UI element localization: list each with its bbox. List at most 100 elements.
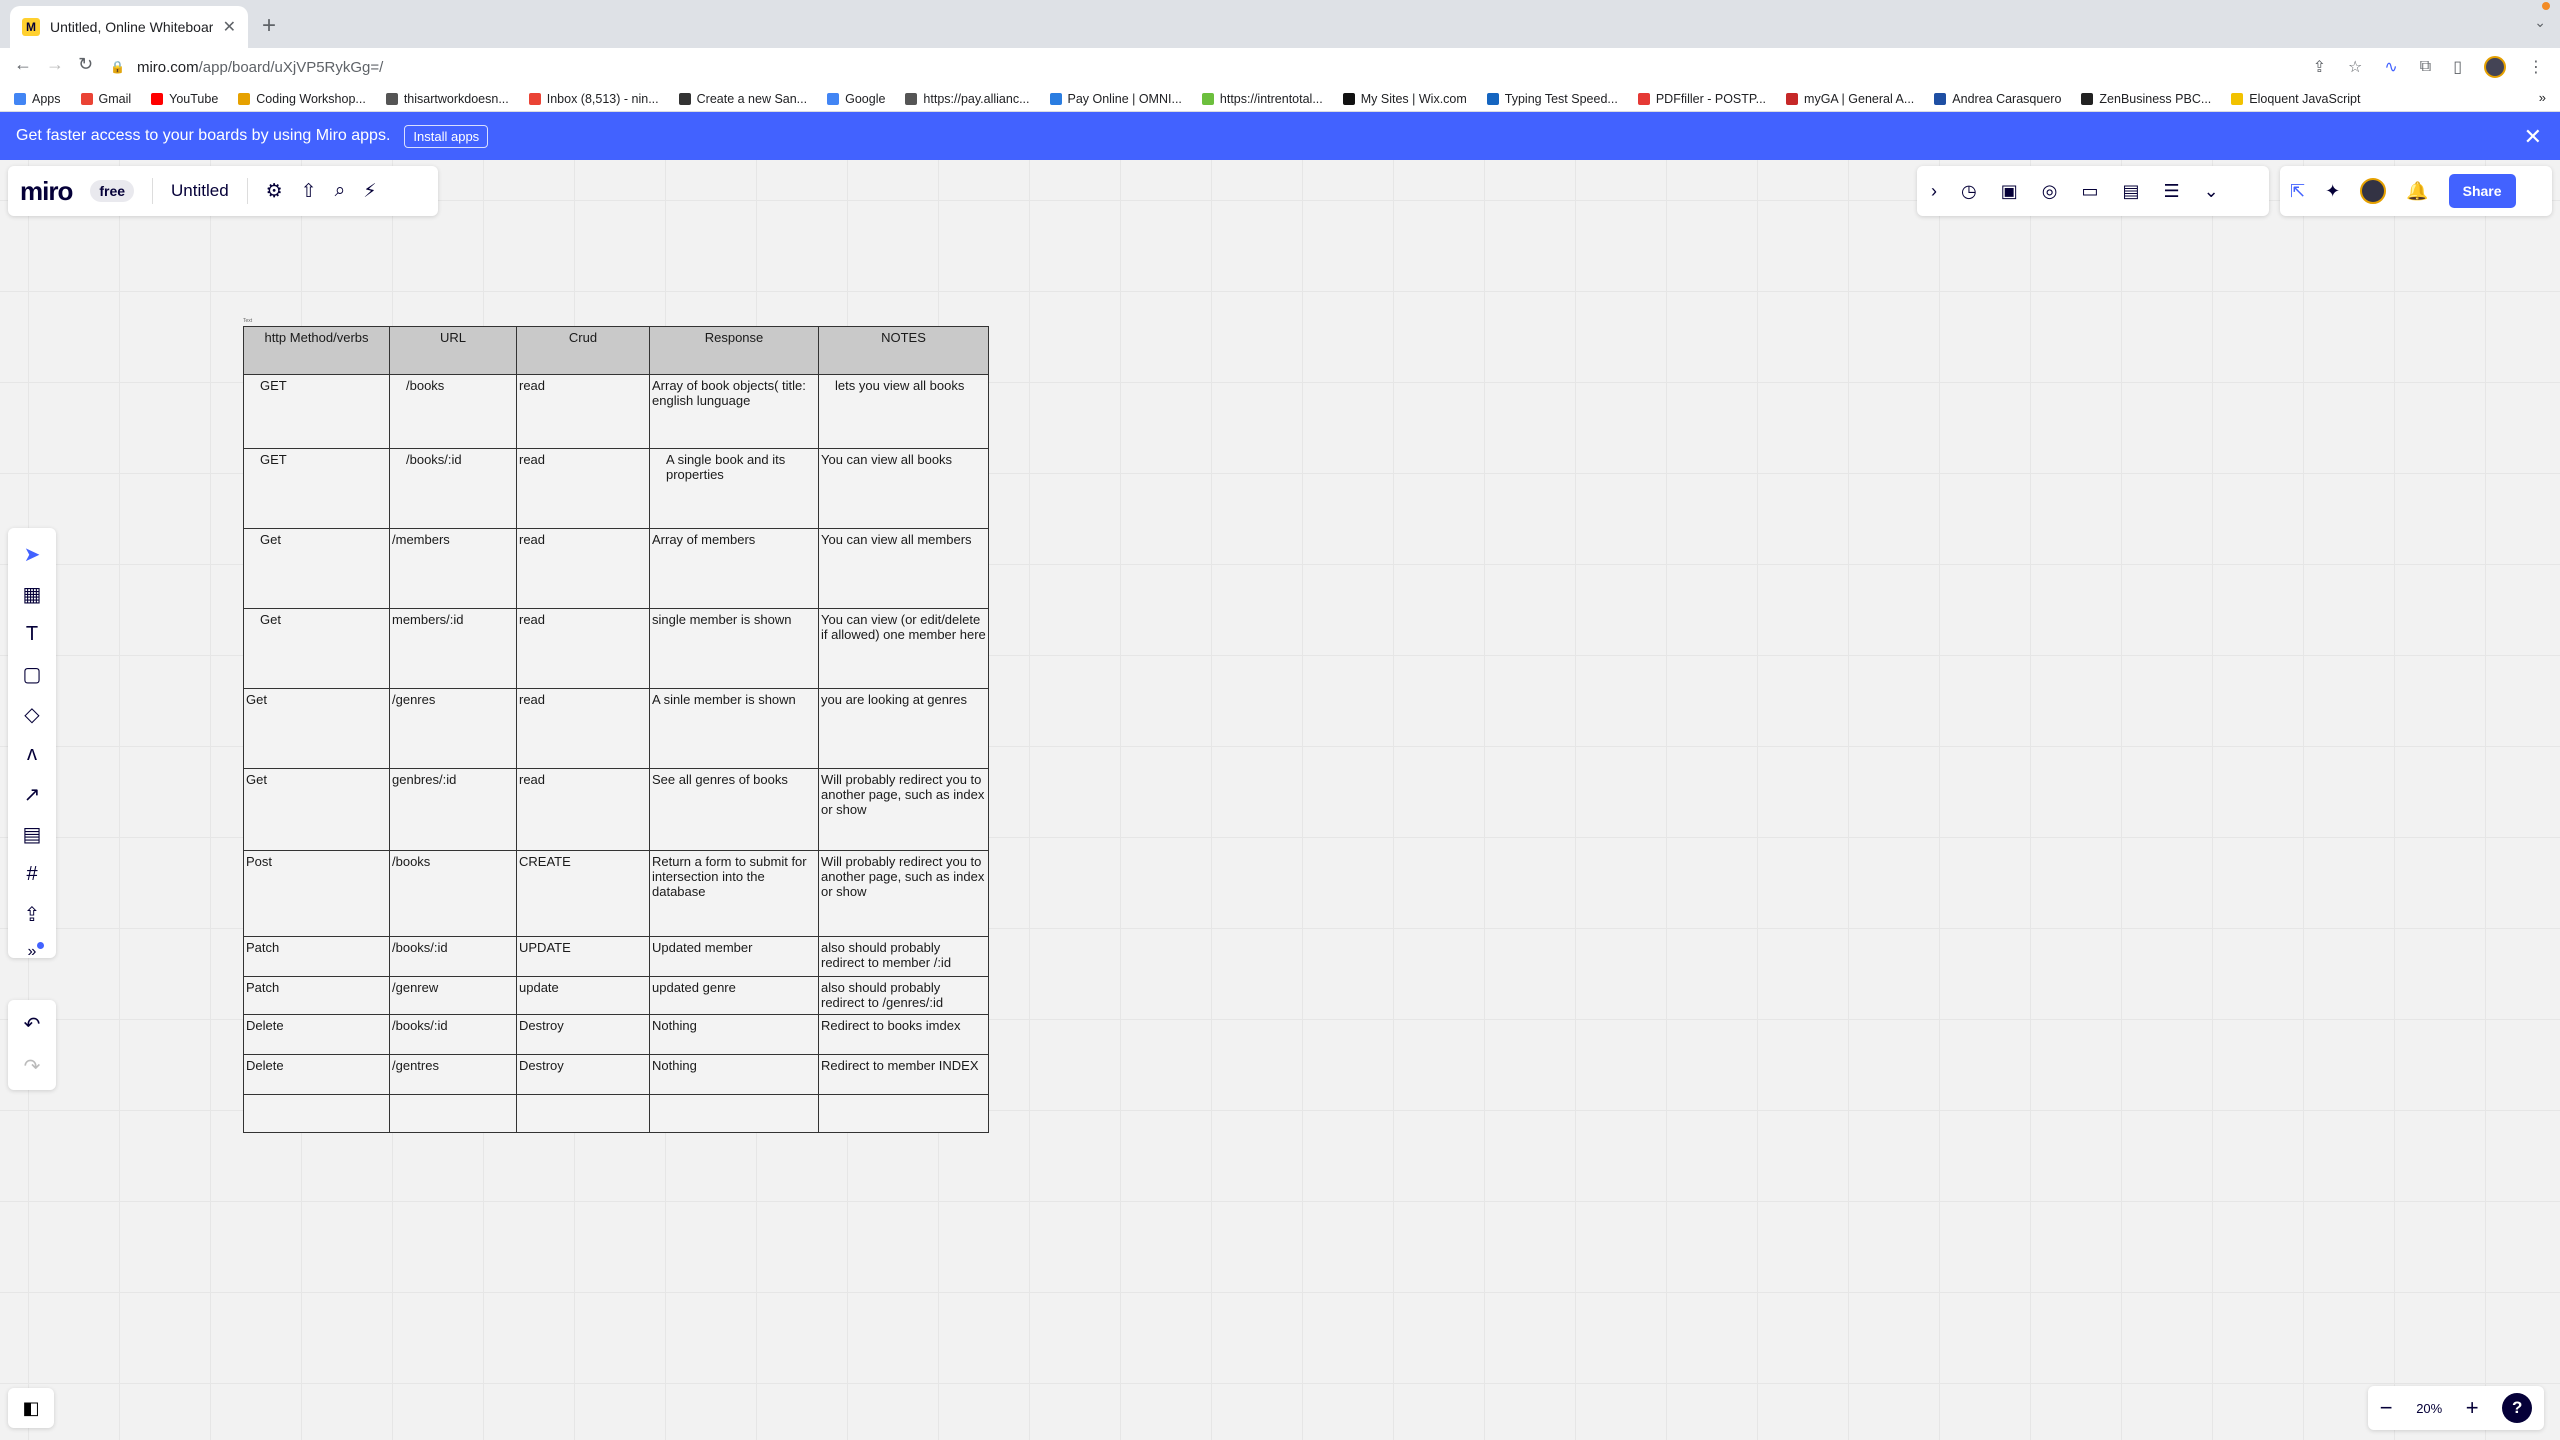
notes-cell[interactable]: also should probably redirect to member … xyxy=(818,936,989,977)
response-cell[interactable]: Array of members xyxy=(649,528,819,609)
url-cell[interactable]: /genres xyxy=(389,688,517,769)
browser-tab-active[interactable]: M Untitled, Online Whiteboard for ✕ xyxy=(10,6,248,48)
bookmark-item[interactable]: Inbox (8,513) - nin... xyxy=(528,92,659,106)
url-text[interactable]: miro.com/app/board/uXjVP5RykGg=/ xyxy=(137,59,383,76)
extensions-puzzle-icon[interactable]: ⧉ xyxy=(2420,58,2431,76)
focus-icon[interactable]: ◎ xyxy=(2042,181,2058,202)
bookmark-item[interactable]: My Sites | Wix.com xyxy=(1342,92,1467,106)
url-cell[interactable] xyxy=(389,1094,517,1133)
bookmark-item[interactable]: Eloquent JavaScript xyxy=(2231,92,2360,106)
crud-cell[interactable]: CREATE xyxy=(516,850,650,937)
notes-cell[interactable]: Will probably redirect you to another pa… xyxy=(818,850,989,937)
extension-icon[interactable]: ∿ xyxy=(2384,57,2397,77)
method-cell[interactable]: Delete xyxy=(243,1054,390,1095)
response-cell[interactable]: Array of book objects( title: english lu… xyxy=(649,374,819,449)
text-tool-icon[interactable]: T xyxy=(8,616,56,652)
response-cell[interactable]: Updated member xyxy=(649,936,819,977)
header-response[interactable]: Response xyxy=(649,326,819,375)
crud-cell[interactable]: read xyxy=(516,688,650,769)
method-cell[interactable]: Post xyxy=(243,850,390,937)
voting-icon[interactable]: ▣ xyxy=(2001,181,2018,202)
url-cell[interactable]: members/:id xyxy=(389,608,517,689)
bookmark-item[interactable]: Create a new San... xyxy=(678,92,807,106)
browser-menu-icon[interactable]: ⋮ xyxy=(2528,57,2544,77)
bookmarks-overflow-icon[interactable]: » xyxy=(2539,90,2546,105)
crud-cell[interactable]: read xyxy=(516,374,650,449)
bookmark-item[interactable]: https://pay.allianc... xyxy=(905,92,1030,106)
method-cell[interactable]: Delete xyxy=(243,1014,390,1055)
url-cell[interactable]: /gentres xyxy=(389,1054,517,1095)
frame-icon[interactable]: # xyxy=(8,856,56,892)
cursor-follow-icon[interactable]: ⇱ xyxy=(2290,181,2305,202)
close-icon[interactable]: ✕ xyxy=(223,17,236,37)
method-cell[interactable]: Get xyxy=(243,688,390,769)
lock-icon[interactable]: 🔒 xyxy=(110,60,125,74)
bookmark-item[interactable]: Gmail xyxy=(80,92,131,106)
url-cell[interactable]: /books/:id xyxy=(389,448,517,529)
timer-icon[interactable]: ◷ xyxy=(1961,181,1977,202)
method-cell[interactable]: GET xyxy=(243,374,390,449)
install-apps-button[interactable]: Install apps xyxy=(404,124,489,148)
plan-badge[interactable]: free xyxy=(90,180,135,202)
notes-cell[interactable]: You can view all books xyxy=(818,448,989,529)
response-cell[interactable]: Return a form to submit for intersection… xyxy=(649,850,819,937)
presentation-icon[interactable]: ▭ xyxy=(2081,181,2098,202)
magic-wand-icon[interactable]: ⚡ xyxy=(363,180,376,203)
bookmark-item[interactable]: ZenBusiness PBC... xyxy=(2081,92,2211,106)
header-notes[interactable]: NOTES xyxy=(818,326,989,375)
response-cell[interactable]: A sinle member is shown xyxy=(649,688,819,769)
redo-icon[interactable]: ↷ xyxy=(8,1048,56,1084)
sticky-note-icon[interactable]: ▢ xyxy=(8,656,56,692)
url-cell[interactable]: /books/:id xyxy=(389,936,517,977)
miro-logo[interactable]: miro xyxy=(20,176,73,207)
url-cell[interactable]: genbres/:id xyxy=(389,768,517,851)
crud-cell[interactable]: read xyxy=(516,448,650,529)
bookmark-item[interactable]: myGA | General A... xyxy=(1786,92,1914,106)
method-cell[interactable]: Patch xyxy=(243,976,390,1015)
celebrate-icon[interactable]: ✦ xyxy=(2325,181,2340,202)
bookmark-item[interactable]: https://intrentotal... xyxy=(1201,92,1323,106)
response-cell[interactable]: Nothing xyxy=(649,1014,819,1055)
settings-gear-icon[interactable]: ⚙ xyxy=(266,180,283,203)
method-cell[interactable]: GET xyxy=(243,448,390,529)
response-cell[interactable] xyxy=(649,1094,819,1133)
zoom-level[interactable]: 20% xyxy=(2416,1401,2442,1416)
method-cell[interactable]: Get xyxy=(243,768,390,851)
address-bar[interactable]: 🔒 miro.com/app/board/uXjVP5RykGg=/ xyxy=(110,52,2360,82)
pen-icon[interactable]: ʌ xyxy=(8,736,56,772)
notes-cell[interactable]: You can view (or edit/delete if allowed)… xyxy=(818,608,989,689)
method-cell[interactable]: Get xyxy=(243,528,390,609)
crud-cell[interactable]: Destroy xyxy=(516,1014,650,1055)
notes-cell[interactable]: also should probably redirect to /genres… xyxy=(818,976,989,1015)
user-avatar[interactable] xyxy=(2360,178,2387,204)
more-tools-icon[interactable]: » xyxy=(8,934,56,970)
notes-cell[interactable]: You can view all members xyxy=(818,528,989,609)
notes-cell[interactable]: Will probably redirect you to another pa… xyxy=(818,768,989,851)
crud-cell[interactable] xyxy=(516,1094,650,1133)
bookmark-item[interactable]: Andrea Carasquero xyxy=(1934,92,2061,106)
crud-cell[interactable]: read xyxy=(516,768,650,851)
crud-cell[interactable]: read xyxy=(516,528,650,609)
header-url[interactable]: URL xyxy=(389,326,517,375)
back-icon[interactable]: ← xyxy=(14,54,32,75)
notes-cell[interactable]: Redirect to member INDEX xyxy=(818,1054,989,1095)
reload-icon[interactable]: ↻ xyxy=(78,54,93,75)
connection-line-icon[interactable]: ↗ xyxy=(8,776,56,812)
method-cell[interactable]: Get xyxy=(243,608,390,689)
url-cell[interactable]: /genrew xyxy=(389,976,517,1015)
header-method[interactable]: http Method/verbs xyxy=(243,326,390,375)
crud-cell[interactable]: Destroy xyxy=(516,1054,650,1095)
help-button[interactable]: ? xyxy=(2502,1393,2533,1423)
templates-icon[interactable]: ▦ xyxy=(8,576,56,612)
response-cell[interactable]: A single book and its properties xyxy=(649,448,819,529)
bookmark-item[interactable]: thisartworkdoesn... xyxy=(385,92,509,106)
select-cursor-icon[interactable]: ➤ xyxy=(8,536,56,572)
header-crud[interactable]: Crud xyxy=(516,326,650,375)
side-panel-icon[interactable]: ▯ xyxy=(2453,57,2462,77)
response-cell[interactable]: Nothing xyxy=(649,1054,819,1095)
profile-avatar[interactable] xyxy=(2484,56,2506,78)
bookmark-item[interactable]: Pay Online | OMNI... xyxy=(1049,92,1182,106)
share-page-icon[interactable]: ⇪ xyxy=(2313,57,2326,77)
bookmark-item[interactable]: Google xyxy=(827,92,885,106)
url-cell[interactable]: /books xyxy=(389,850,517,937)
